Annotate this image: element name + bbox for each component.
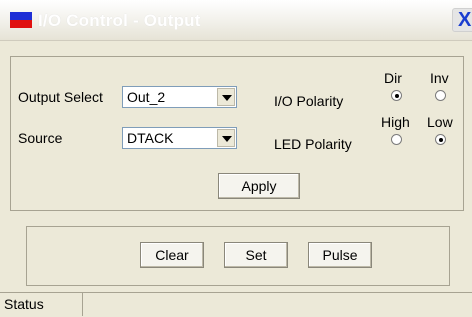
chevron-down-icon[interactable]	[217, 129, 235, 147]
apply-button[interactable]: Apply	[218, 173, 300, 199]
clear-button[interactable]: Clear	[140, 242, 204, 268]
chevron-down-icon[interactable]	[217, 88, 235, 106]
pulse-button[interactable]: Pulse	[308, 242, 372, 268]
window-title: I/O Control - Output	[38, 11, 201, 30]
io-polarity-label: I/O Polarity	[274, 93, 344, 109]
io-control-window: I/O Control - Output X Output Select Out…	[0, 0, 472, 316]
app-icon	[10, 12, 32, 28]
led-polarity-high-label: High	[381, 114, 410, 130]
output-select-dropdown[interactable]: Out_2	[122, 86, 237, 108]
io-polarity-inv-radio[interactable]	[435, 90, 446, 101]
io-polarity-dir-label: Dir	[384, 70, 402, 86]
led-polarity-low-label: Low	[427, 114, 453, 130]
set-button[interactable]: Set	[224, 242, 288, 268]
source-dropdown[interactable]: DTACK	[122, 127, 237, 149]
status-panel: Status	[4, 292, 83, 316]
io-polarity-inv-label: Inv	[430, 70, 449, 86]
close-icon: X	[458, 9, 472, 31]
source-value: DTACK	[127, 130, 174, 146]
status-label: Status	[4, 296, 44, 312]
io-polarity-dir-radio[interactable]	[391, 90, 402, 101]
title-bar[interactable]: I/O Control - Output X	[0, 0, 472, 41]
close-button[interactable]: X	[452, 8, 472, 32]
led-polarity-high-radio[interactable]	[391, 134, 402, 145]
led-polarity-label: LED Polarity	[274, 136, 352, 152]
output-select-label: Output Select	[18, 89, 103, 105]
output-select-value: Out_2	[127, 89, 166, 105]
source-label: Source	[18, 130, 63, 146]
led-polarity-low-radio[interactable]	[435, 134, 446, 145]
